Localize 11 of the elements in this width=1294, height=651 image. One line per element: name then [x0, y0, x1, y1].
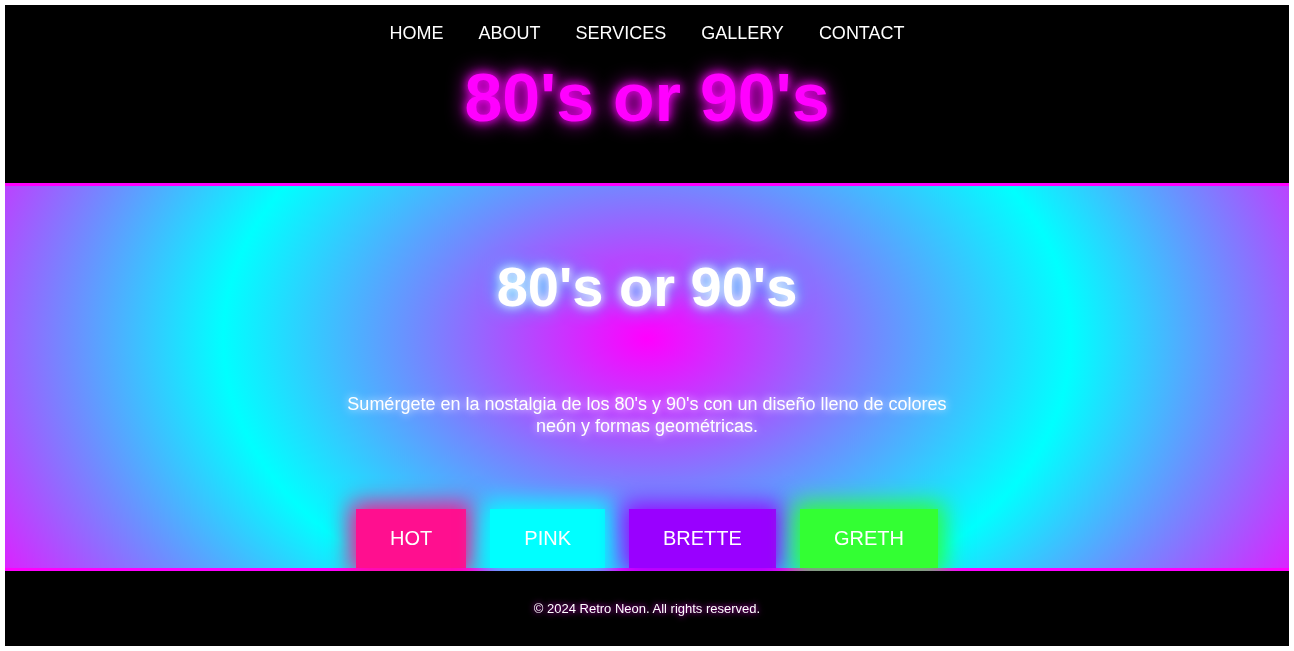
site-logo: 80's or 90's — [464, 58, 830, 136]
hero-title: 80's or 90's — [496, 254, 798, 319]
nav-link[interactable]: GALLERY — [701, 23, 784, 44]
nav-link[interactable]: SERVICES — [575, 23, 667, 44]
hero-text: Sumérgete en la nostalgia de los 80's y 90's con un diseño lleno de colores neón y formas geométricas. — [346, 393, 948, 437]
nav-link[interactable]: HOME — [389, 23, 444, 44]
neon-button[interactable]: BRETTE — [629, 509, 776, 568]
copyright-text: © 2024 Retro Neon. All rights reserved. — [533, 601, 761, 616]
nav-link[interactable]: ABOUT — [478, 23, 541, 44]
neon-button[interactable]: HOT — [356, 509, 467, 568]
nav-link[interactable]: CONTACT — [818, 23, 905, 44]
